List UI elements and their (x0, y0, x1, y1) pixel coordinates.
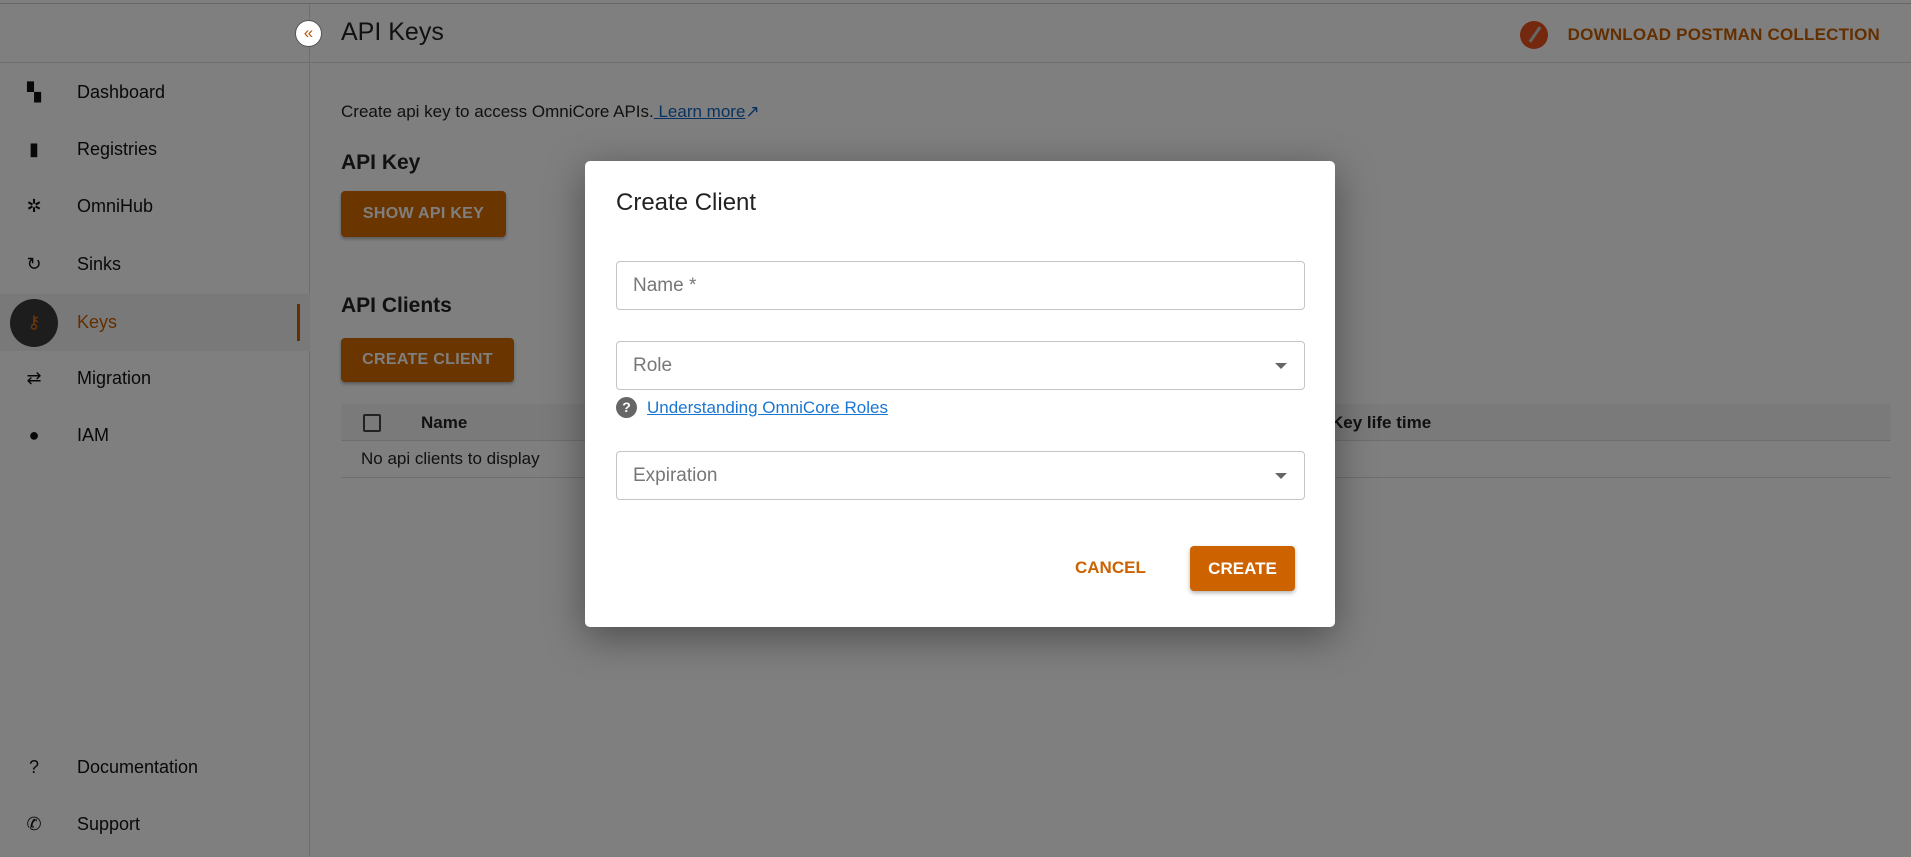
help-icon: ? (616, 397, 637, 418)
dialog-title: Create Client (616, 189, 757, 216)
chevron-down-icon (1275, 473, 1287, 479)
role-select[interactable]: Role (616, 341, 1305, 390)
cancel-button[interactable]: CANCEL (1075, 558, 1146, 578)
expiration-select[interactable]: Expiration (616, 451, 1305, 500)
collapse-sidebar-button[interactable]: « (295, 20, 322, 47)
chevron-down-icon (1275, 363, 1287, 369)
create-button[interactable]: CREATE (1190, 546, 1295, 591)
roles-help: ? Understanding OmniCore Roles (616, 397, 888, 418)
create-client-dialog: Create Client Name * Role ? Understanding… (585, 161, 1335, 627)
name-input[interactable]: Name * (616, 261, 1305, 310)
understanding-roles-link[interactable]: Understanding OmniCore Roles (647, 398, 888, 418)
